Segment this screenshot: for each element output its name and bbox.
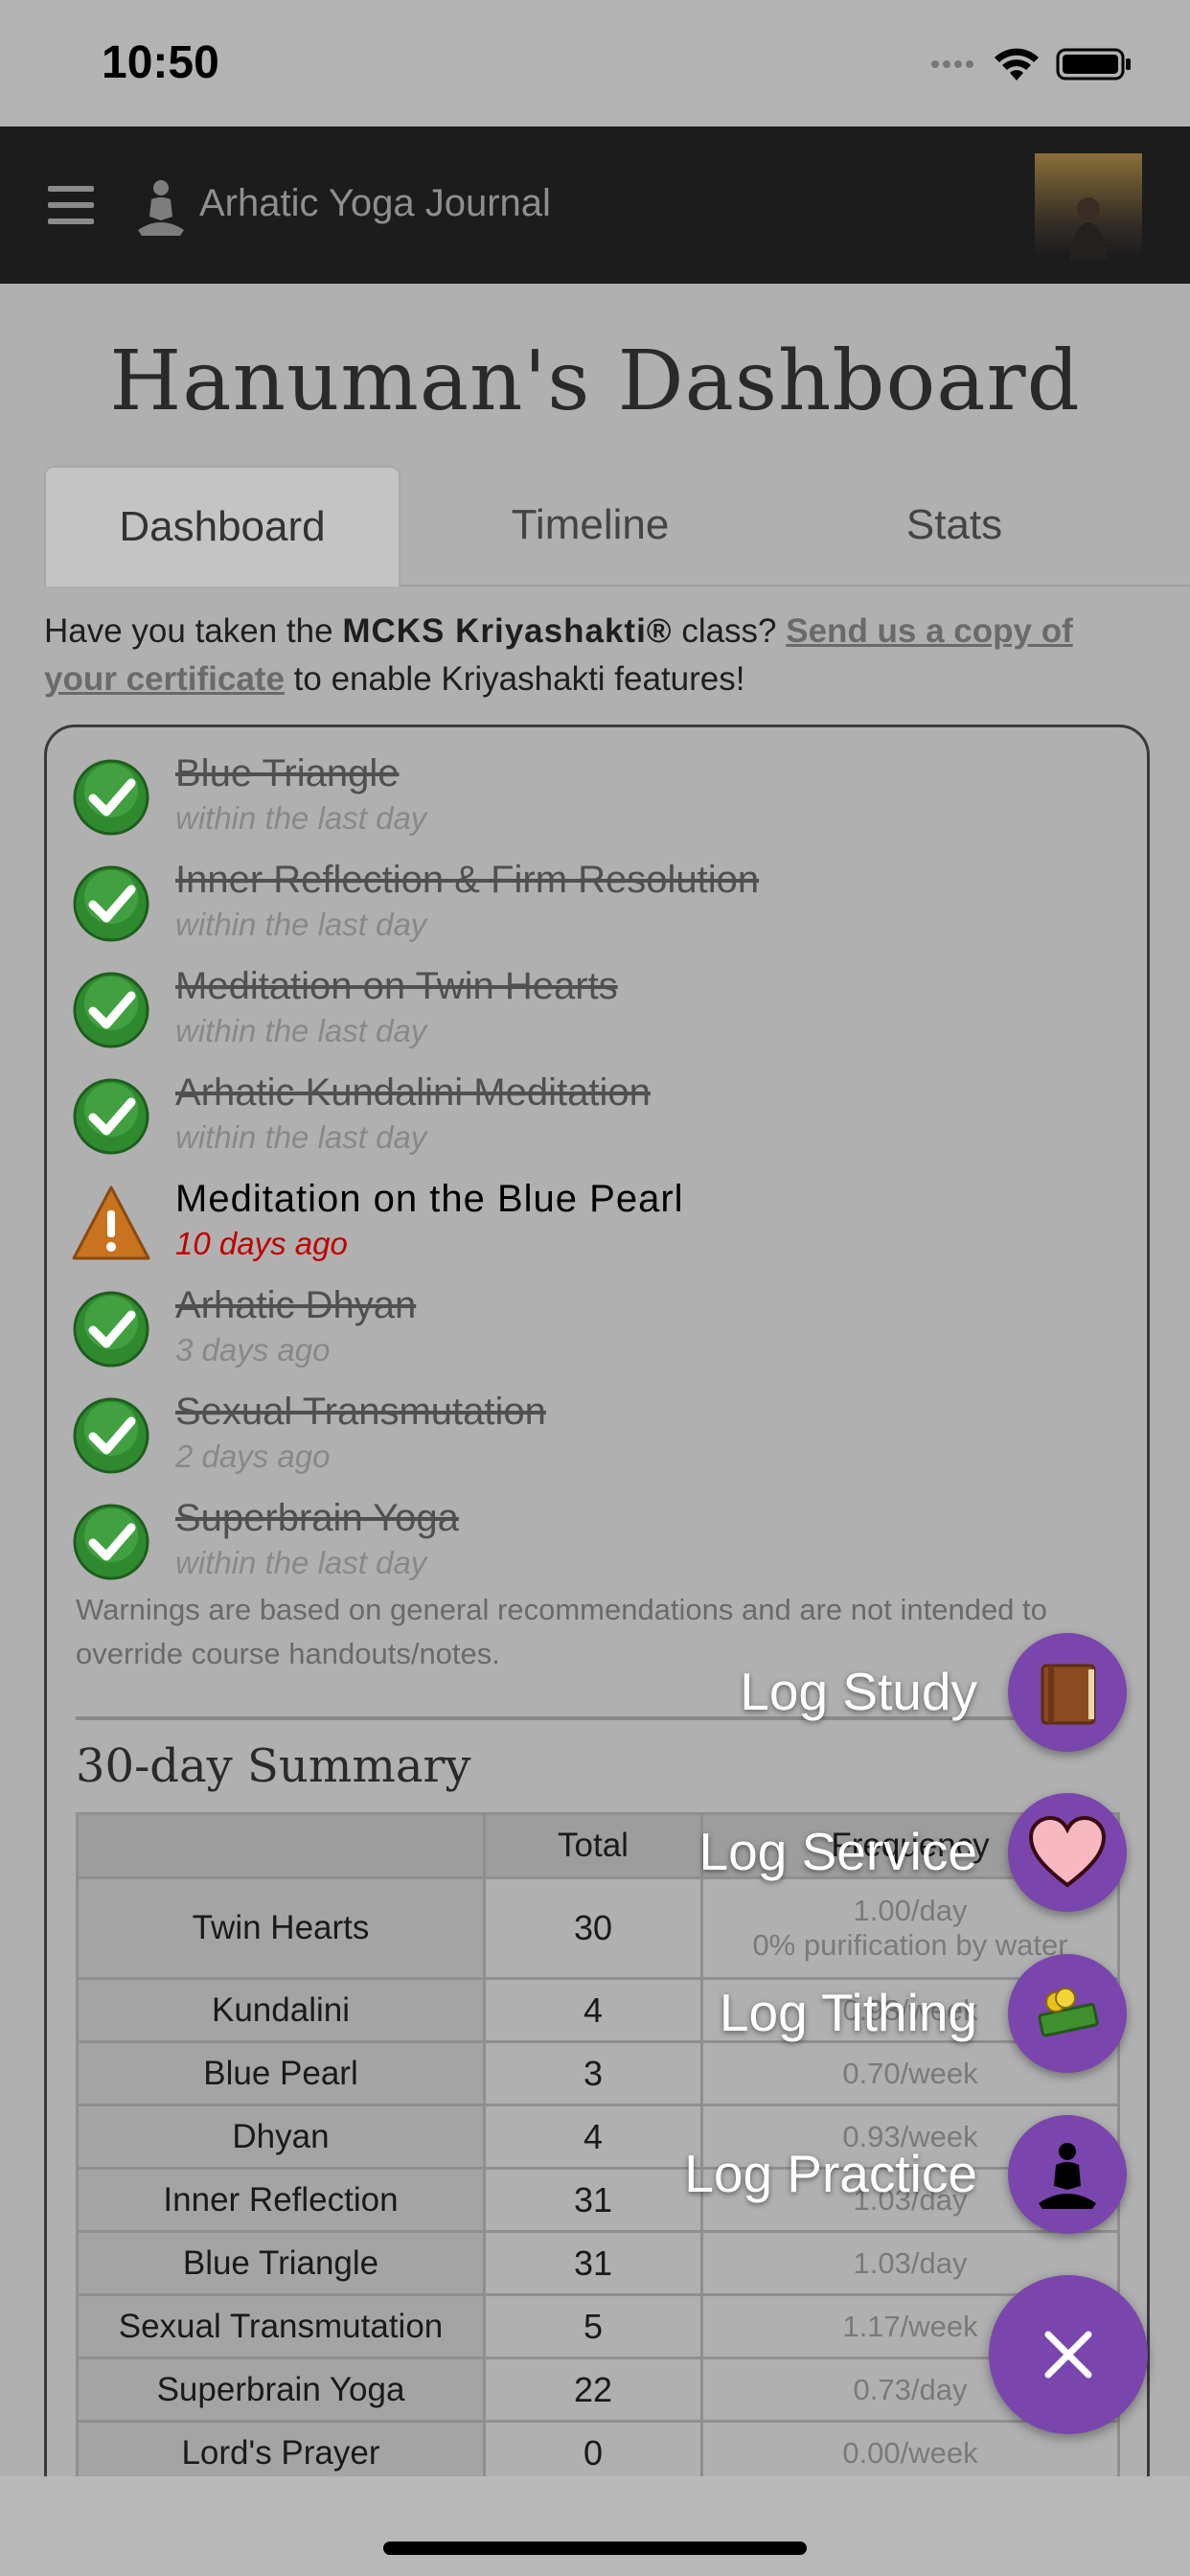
log-tithing-button[interactable] — [1008, 1954, 1127, 2073]
log-tithing-label[interactable]: Log Tithing — [720, 1982, 977, 2043]
row-total: 3 — [483, 2040, 703, 2106]
table-row: Blue Triangle 31 1.03/day — [76, 2230, 1120, 2296]
row-name: Sexual Transmutation — [76, 2293, 486, 2359]
user-avatar[interactable] — [1035, 153, 1142, 261]
notice-course: MCKS Kriyashakti® — [342, 612, 673, 650]
book-icon — [1041, 1664, 1096, 1725]
home-bar-area — [0, 2476, 1190, 2576]
practice-last-done: within the last day — [175, 907, 427, 942]
table-row: Lord's Prayer 0 0.00/week — [76, 2420, 1120, 2476]
close-icon — [1044, 2331, 1092, 2379]
header-blank — [76, 1812, 486, 1879]
row-total: 0 — [483, 2420, 703, 2476]
practice-item: Superbrain Yoga within the last day — [47, 1491, 1101, 1587]
table-row: Sexual Transmutation 5 1.17/week — [76, 2293, 1120, 2359]
meditation-logo-icon — [138, 180, 184, 236]
row-name: Lord's Prayer — [76, 2420, 486, 2476]
row-name: Kundalini — [76, 1977, 486, 2043]
row-name: Blue Pearl — [76, 2040, 486, 2106]
check-icon — [73, 1291, 149, 1368]
practice-name: Arhatic Dhyan — [175, 1284, 417, 1326]
app-navbar: Arhatic Yoga Journal — [0, 126, 1190, 284]
status-bar: 10:50 — [0, 0, 1190, 126]
practice-item: Meditation on Twin Hearts within the las… — [47, 959, 1101, 1055]
practice-name: Sexual Transmutation — [175, 1391, 546, 1433]
practice-item: Arhatic Kundalini Meditation within the … — [47, 1066, 1101, 1162]
tab-bar: Dashboard Timeline Stats — [44, 466, 1190, 586]
header-total: Total — [483, 1812, 703, 1879]
practice-name: Inner Reflection & Firm Resolution — [175, 859, 760, 901]
check-icon — [73, 1504, 149, 1580]
row-total: 31 — [483, 2230, 703, 2296]
tab-timeline[interactable]: Timeline — [408, 466, 772, 585]
row-total: 31 — [483, 2167, 703, 2233]
home-indicator[interactable] — [383, 2542, 807, 2555]
table-row: Blue Pearl 3 0.70/week — [76, 2040, 1120, 2106]
practice-item: Blue Triangle within the last day — [47, 747, 1101, 842]
practice-last-done: 3 days ago — [175, 1332, 331, 1368]
log-study-button[interactable] — [1008, 1633, 1127, 1752]
warnings-disclaimer: Warnings are based on general recommenda… — [76, 1593, 1047, 1670]
page-title: Hanuman's Dashboard — [109, 334, 1081, 429]
avatar-figure-icon — [1069, 197, 1108, 261]
log-practice-label[interactable]: Log Practice — [684, 2143, 977, 2204]
row-name: Dhyan — [76, 2104, 486, 2170]
check-icon — [73, 865, 149, 942]
status-icons — [931, 46, 1133, 82]
signal-icon — [931, 56, 977, 73]
notice-text: Have you taken the — [44, 612, 343, 650]
practice-last-done: 10 days ago — [175, 1226, 348, 1261]
practice-item-warning: Meditation on the Blue Pearl 10 days ago — [47, 1172, 1101, 1268]
check-icon — [73, 972, 149, 1048]
practice-last-done: within the last day — [175, 800, 427, 836]
practice-item: Sexual Transmutation 2 days ago — [47, 1385, 1101, 1481]
practice-last-done: within the last day — [175, 1119, 427, 1155]
practice-name: Meditation on Twin Hearts — [175, 965, 618, 1007]
summary-title: 30-day Summary — [76, 1739, 471, 1793]
table-row: Twin Hearts 30 1.00/day 0% purification … — [76, 1876, 1120, 1980]
practice-name: Superbrain Yoga — [175, 1497, 459, 1539]
row-total: 4 — [483, 2104, 703, 2170]
row-name: Superbrain Yoga — [76, 2357, 486, 2423]
check-icon — [73, 1397, 149, 1474]
meditation-icon — [1039, 2143, 1096, 2209]
menu-icon[interactable] — [48, 186, 94, 224]
practice-last-done: 2 days ago — [175, 1438, 331, 1474]
battery-icon — [1056, 48, 1131, 80]
check-icon — [73, 759, 149, 836]
app-title[interactable]: Arhatic Yoga Journal — [199, 182, 551, 225]
row-total: 22 — [483, 2357, 703, 2423]
log-service-button[interactable] — [1008, 1793, 1127, 1912]
practice-item: Inner Reflection & Firm Resolution withi… — [47, 853, 1101, 949]
row-total: 4 — [483, 1977, 703, 2043]
check-icon — [73, 1078, 149, 1155]
wifi-icon — [995, 48, 1039, 80]
heart-icon — [1028, 1815, 1107, 1888]
row-total: 5 — [483, 2293, 703, 2359]
row-total: 30 — [483, 1876, 703, 1980]
money-icon — [1038, 1988, 1099, 2037]
tab-stats[interactable]: Stats — [772, 466, 1136, 585]
kriyashakti-notice: Have you taken the MCKS Kriyashakti® cla… — [44, 608, 1146, 703]
log-practice-button[interactable] — [1008, 2115, 1127, 2234]
row-name: Inner Reflection — [76, 2167, 486, 2233]
row-name: Blue Triangle — [76, 2230, 486, 2296]
notice-text-post: to enable Kriyashakti features! — [284, 660, 745, 698]
tab-dashboard[interactable]: Dashboard — [44, 466, 400, 586]
close-menu-button[interactable] — [989, 2275, 1148, 2434]
warning-icon — [72, 1185, 150, 1260]
log-service-label[interactable]: Log Service — [699, 1821, 977, 1882]
practice-item: Arhatic Dhyan 3 days ago — [47, 1278, 1101, 1374]
practice-status-panel: Blue Triangle within the last day Inner … — [44, 724, 1150, 2476]
row-name: Twin Hearts — [76, 1876, 486, 1980]
practice-last-done: within the last day — [175, 1545, 427, 1580]
log-study-label[interactable]: Log Study — [740, 1661, 977, 1722]
table-row: Superbrain Yoga 22 0.73/day — [76, 2357, 1120, 2423]
practice-name: Blue Triangle — [175, 752, 400, 794]
notice-text-mid: class? — [672, 612, 787, 650]
status-time: 10:50 — [102, 37, 219, 88]
practice-name: Meditation on the Blue Pearl — [175, 1178, 684, 1220]
practice-name: Arhatic Kundalini Meditation — [175, 1071, 651, 1114]
practice-last-done: within the last day — [175, 1013, 427, 1048]
